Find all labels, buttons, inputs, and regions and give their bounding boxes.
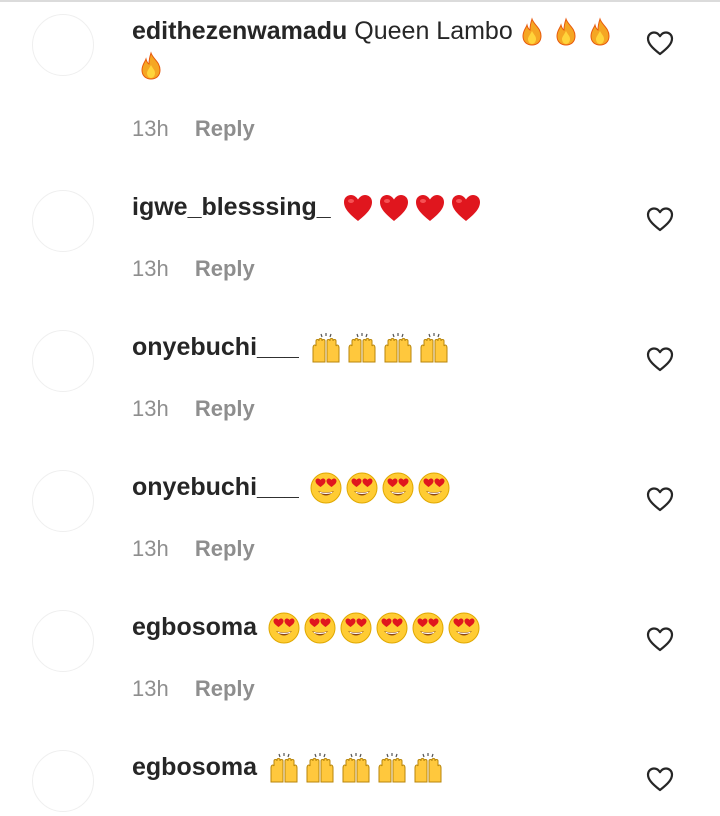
comment-time: 13h <box>132 676 169 701</box>
heart-outline-icon[interactable] <box>646 206 674 232</box>
comment-username[interactable]: egbosoma <box>132 613 257 641</box>
comment-emojis <box>306 332 450 364</box>
heart-eyes-emoji <box>418 472 450 504</box>
avatar[interactable] <box>32 14 94 76</box>
fire-emoji <box>585 17 615 47</box>
comment-time: 13h <box>132 536 169 561</box>
comment-username[interactable]: igwe_blesssing_ <box>132 193 331 221</box>
comment-emojis <box>264 752 444 784</box>
reply-button[interactable]: Reply <box>195 116 255 141</box>
reply-button[interactable]: Reply <box>195 536 255 561</box>
comment-body: igwe_blesssing_ <box>132 190 622 224</box>
heart-eyes-emoji <box>310 472 342 504</box>
comment-body: egbosoma <box>132 610 622 644</box>
raising-hands-emoji <box>418 332 450 364</box>
comment-time: 13h <box>132 256 169 281</box>
raising-hands-emoji <box>340 752 372 784</box>
raising-hands-emoji <box>376 752 408 784</box>
comment-emojis <box>306 472 450 504</box>
heart-eyes-emoji <box>376 612 408 644</box>
avatar[interactable] <box>32 190 94 252</box>
heart-eyes-emoji <box>382 472 414 504</box>
fire-emoji <box>136 51 166 81</box>
comment-text: Queen Lambo <box>354 17 513 45</box>
heart-outline-icon[interactable] <box>646 766 674 792</box>
comment-body: egbosoma <box>132 750 622 784</box>
fire-emoji <box>551 17 581 47</box>
comment-meta: 13h Reply <box>132 116 255 142</box>
heart-eyes-emoji <box>346 472 378 504</box>
comment-meta: 13h Reply <box>132 676 255 702</box>
raising-hands-emoji <box>412 752 444 784</box>
comment-meta: 13h Reply <box>132 536 255 562</box>
fire-emoji <box>517 17 547 47</box>
comment-body: edithezenwamadu Queen Lambo <box>132 14 622 82</box>
comment-username[interactable]: onyebuchi___ <box>132 473 299 501</box>
reply-button[interactable]: Reply <box>195 396 255 421</box>
comment-meta: 13h Reply <box>132 256 255 282</box>
heart-eyes-emoji <box>340 612 372 644</box>
comment-username[interactable]: edithezenwamadu <box>132 17 347 45</box>
comment-time: 13h <box>132 116 169 141</box>
comment-body: onyebuchi___ <box>132 470 622 504</box>
heart-eyes-emoji <box>448 612 480 644</box>
heart-eyes-emoji <box>268 612 300 644</box>
comment-body: onyebuchi___ <box>132 330 622 364</box>
avatar[interactable] <box>32 750 94 812</box>
heart-eyes-emoji <box>412 612 444 644</box>
raising-hands-emoji <box>268 752 300 784</box>
avatar[interactable] <box>32 330 94 392</box>
comment-emojis <box>338 193 482 223</box>
heart-outline-icon[interactable] <box>646 626 674 652</box>
reply-button[interactable]: Reply <box>195 676 255 701</box>
comment-username[interactable]: egbosoma <box>132 753 257 781</box>
top-divider <box>0 0 720 2</box>
raising-hands-emoji <box>304 752 336 784</box>
heart-outline-icon[interactable] <box>646 486 674 512</box>
raising-hands-emoji <box>382 332 414 364</box>
red-heart-emoji <box>378 193 410 223</box>
heart-eyes-emoji <box>304 612 336 644</box>
comment-time: 13h <box>132 396 169 421</box>
red-heart-emoji <box>450 193 482 223</box>
red-heart-emoji <box>414 193 446 223</box>
avatar[interactable] <box>32 470 94 532</box>
heart-outline-icon[interactable] <box>646 346 674 372</box>
raising-hands-emoji <box>346 332 378 364</box>
comment-username[interactable]: onyebuchi___ <box>132 333 299 361</box>
raising-hands-emoji <box>310 332 342 364</box>
red-heart-emoji <box>342 193 374 223</box>
comment-meta: 13h Reply <box>132 396 255 422</box>
reply-button[interactable]: Reply <box>195 256 255 281</box>
avatar[interactable] <box>32 610 94 672</box>
comment-emojis <box>264 612 480 644</box>
heart-outline-icon[interactable] <box>646 30 674 56</box>
